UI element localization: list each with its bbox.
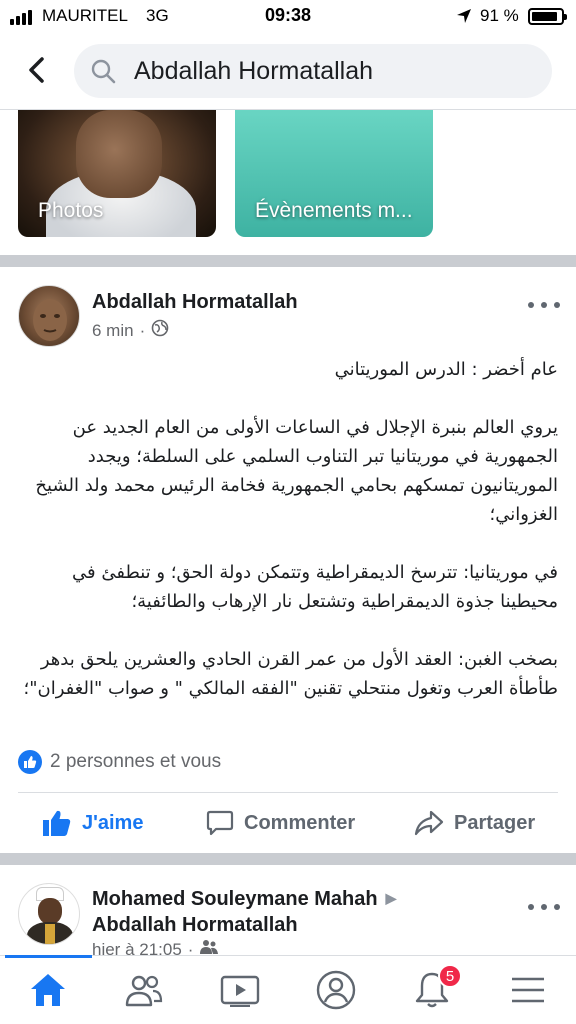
tab-profile[interactable]: [306, 966, 366, 1014]
events-tile-label: Évènements m...: [255, 199, 413, 222]
post-target-name[interactable]: Abdallah Hormatallah: [92, 914, 298, 936]
post-card: Mohamed Souleymane Mahah ▶ Abdallah Horma…: [0, 865, 576, 960]
home-icon: [31, 974, 65, 1006]
search-icon: [90, 58, 116, 89]
caret-right-icon: ▶: [385, 890, 397, 906]
friends-icon: [125, 975, 163, 1007]
comment-button[interactable]: Commenter: [206, 797, 355, 849]
photos-tile[interactable]: Photos: [18, 110, 216, 237]
reactions-text: 2 personnes et vous: [50, 751, 222, 772]
profile-icon: [316, 970, 356, 1010]
battery-percent: 91 %: [480, 6, 519, 25]
reactions-summary[interactable]: 2 personnes et vous: [18, 750, 221, 774]
bottom-tab-bar: 5: [0, 955, 576, 1024]
like-label: J'aime: [82, 811, 144, 834]
menu-icon: [512, 977, 544, 1003]
section-divider: [0, 255, 576, 267]
tab-menu[interactable]: [498, 966, 558, 1014]
tab-friends[interactable]: [114, 966, 174, 1014]
tab-watch[interactable]: [210, 966, 270, 1014]
post-paragraph: في موريتانيا: تترسخ الديمقراطية وتتمكن د…: [72, 562, 558, 612]
post-author-name[interactable]: Mohamed Souleymane Mahah: [92, 888, 378, 910]
events-tile[interactable]: Évènements m...: [235, 110, 433, 237]
post-time[interactable]: 6 min: [92, 321, 134, 341]
comment-label: Commenter: [244, 811, 356, 834]
post-text: عام أخضر : الدرس الموريتاني يروي العالم …: [18, 355, 558, 703]
chevron-left-icon: [29, 57, 44, 83]
video-icon: [220, 975, 260, 1007]
like-reaction-icon: [18, 750, 42, 774]
post-meta: 6 min ·: [92, 319, 169, 342]
avatar[interactable]: [18, 285, 80, 347]
search-bar[interactable]: [74, 44, 552, 98]
search-input[interactable]: [134, 44, 534, 98]
active-tab-indicator: [5, 955, 92, 958]
post-author: Mohamed Souleymane Mahah ▶ Abdallah Horma…: [92, 885, 512, 938]
battery-icon: [528, 8, 567, 25]
avatar[interactable]: [18, 883, 80, 945]
share-label: Partager: [454, 811, 536, 834]
section-divider: [0, 853, 576, 865]
more-options-button[interactable]: [528, 295, 560, 315]
post-actions: J'aime Commenter Partager: [0, 797, 576, 849]
status-bar: MAURITEL 3G 09:38 91 %: [0, 0, 576, 34]
tab-home[interactable]: [18, 966, 78, 1014]
share-button[interactable]: Partager: [414, 797, 535, 849]
search-header: [0, 34, 576, 110]
comment-icon: [206, 810, 234, 836]
location-icon: [456, 8, 472, 29]
post-card: Abdallah Hormatallah 6 min · عام أخضر : …: [0, 267, 576, 853]
actions-divider: [18, 792, 558, 793]
notification-badge: 5: [438, 964, 462, 988]
share-icon: [414, 810, 444, 836]
avatar-photo: [33, 299, 67, 341]
post-paragraph: عام أخضر : الدرس الموريتاني: [334, 359, 558, 380]
more-options-button[interactable]: [528, 897, 560, 917]
thumbs-up-icon: [43, 810, 71, 836]
photos-tile-label: Photos: [38, 199, 104, 222]
globe-icon: [151, 319, 169, 342]
post-paragraph: يروي العالم بنبرة الإجلال في الساعات الأ…: [35, 417, 558, 525]
like-button[interactable]: J'aime: [42, 797, 143, 849]
post-paragraph: بصخب الغبن: العقد الأول من عمر القرن الح…: [23, 649, 558, 699]
profile-shortcuts: Photos Évènements m...: [0, 110, 576, 255]
back-button[interactable]: [20, 52, 52, 88]
post-author[interactable]: Abdallah Hormatallah: [92, 291, 298, 314]
